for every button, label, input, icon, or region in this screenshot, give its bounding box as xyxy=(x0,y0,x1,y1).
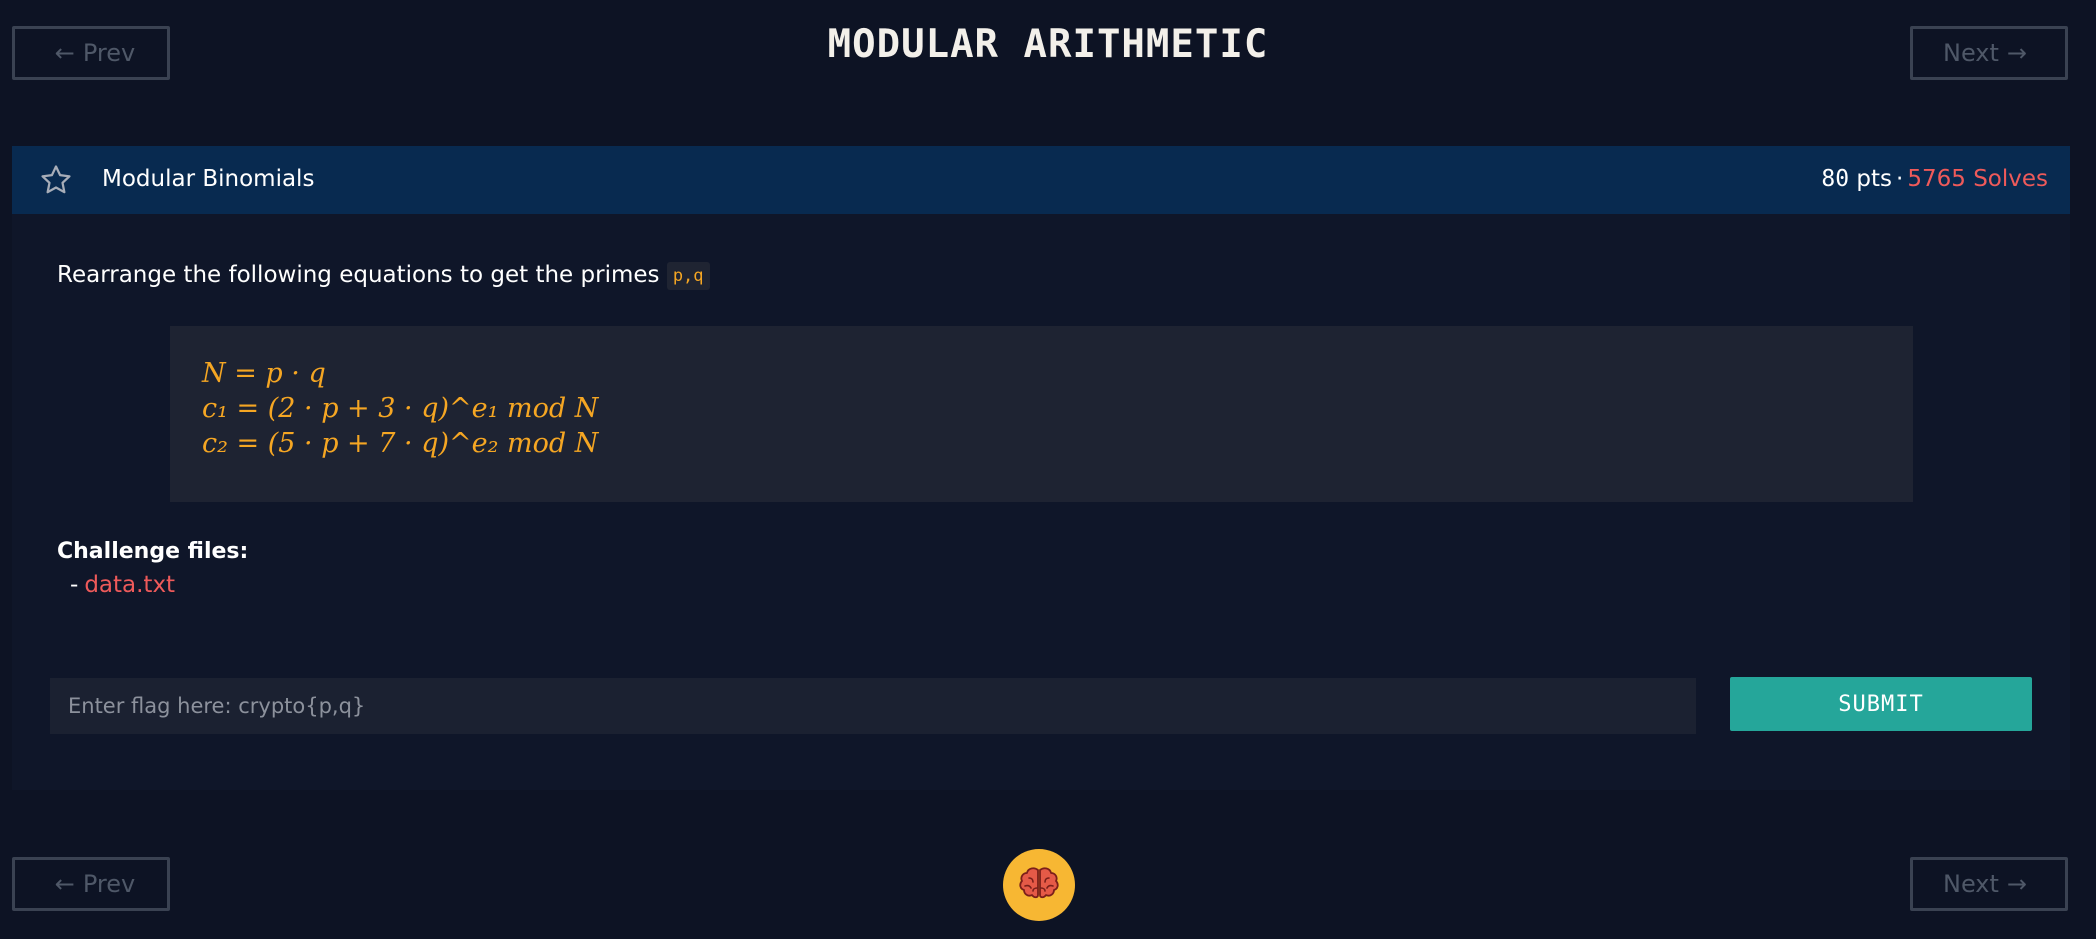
points-label: pts xyxy=(1856,166,1893,192)
equation-line: c₁ = (2 · p + 3 · q)^e₁ mod N xyxy=(202,393,598,424)
star-icon[interactable] xyxy=(39,163,73,197)
equation-line: N = p · q xyxy=(202,358,326,389)
equation-c2: c₂ = (5 · p + 7 · q)^e₂ mod N xyxy=(202,428,599,459)
equation-c1: c₁ = (2 · p + 3 · q)^e₁ mod N xyxy=(202,393,599,424)
prev-label: Prev xyxy=(82,870,136,898)
files-title: Challenge files: xyxy=(57,539,249,564)
challenge-header[interactable]: Modular Binomials 80 pts · 5765 Solves xyxy=(12,146,2070,214)
prev-button-bottom[interactable]: ← Prev xyxy=(12,857,170,911)
file-link-data-txt[interactable]: data.txt xyxy=(84,572,175,598)
page-title: MODULAR ARITHMETIC xyxy=(827,22,1269,67)
description-text: Rearrange the following equations to get… xyxy=(57,262,660,288)
flag-input[interactable] xyxy=(50,678,1696,734)
file-dash: - xyxy=(70,572,79,598)
challenge-description: Rearrange the following equations to get… xyxy=(57,262,710,290)
challenge-card: Modular Binomials 80 pts · 5765 Solves Rea… xyxy=(12,146,2070,790)
equation-n: N = p · q xyxy=(202,358,326,389)
next-label: Next xyxy=(1942,870,1999,898)
solves-count[interactable]: 5765 Solves xyxy=(1907,166,2048,192)
arrow-right-icon: → xyxy=(2006,39,2028,67)
inline-code: p,q xyxy=(666,262,710,290)
arrow-right-icon: → xyxy=(2006,870,2028,898)
challenge-stats: 80 pts · 5765 Solves xyxy=(1821,166,2048,192)
arrow-left-icon: ← xyxy=(54,870,75,898)
next-button-top[interactable]: Next → xyxy=(1910,26,2068,80)
equation-block: N = p · q c₁ = (2 · p + 3 · q)^e₁ mod N … xyxy=(170,326,1913,502)
equation-line: c₂ = (5 · p + 7 · q)^e₂ mod N xyxy=(202,428,598,459)
submit-button[interactable]: SUBMIT xyxy=(1730,677,2032,731)
next-label: Next xyxy=(1942,39,1999,67)
next-button-bottom[interactable]: Next → xyxy=(1910,857,2068,911)
stats-separator: · xyxy=(1896,166,1904,192)
file-list-item: - data.txt xyxy=(70,572,175,598)
points-value: 80 xyxy=(1821,166,1850,192)
challenge-name: Modular Binomials xyxy=(102,166,315,192)
brain-icon[interactable] xyxy=(1003,849,1075,921)
